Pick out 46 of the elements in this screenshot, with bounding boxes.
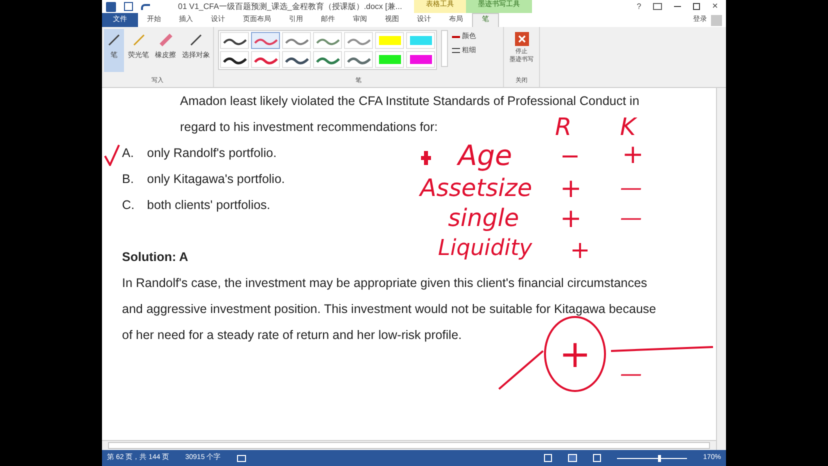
handwritten-ink: + — [622, 142, 644, 168]
handwritten-ink: Age — [458, 142, 512, 170]
handwritten-ink: — — [620, 178, 642, 200]
solution-heading: Solution: A — [122, 249, 188, 266]
solution-text: and aggressive investment position. This investment would not be suitable for Kitagawa because — [122, 301, 656, 318]
minimize-icon[interactable] — [674, 6, 682, 7]
close-button[interactable]: × — [708, 0, 722, 14]
save-icon[interactable] — [124, 2, 133, 11]
undo-icon[interactable] — [141, 4, 150, 10]
restore-icon[interactable] — [693, 3, 700, 10]
option-text: only Kitagawa's portfolio. — [147, 171, 285, 188]
window-title: 01 V1_CFA一级百题预测_课选_金程教育（授课版）.docx [兼... — [178, 0, 402, 12]
cursor-icon — [188, 32, 204, 48]
option-text: only Randolf's portfolio. — [147, 145, 277, 162]
solution-text: of her need for a steady rate of return and her low-risk profile. — [122, 327, 462, 344]
handwritten-ink: single — [448, 206, 520, 230]
help-button[interactable]: ? — [632, 0, 646, 12]
highlighter-icon — [130, 32, 146, 48]
stop-icon — [514, 32, 528, 46]
handwritten-ink: K — [620, 115, 636, 139]
handwritten-ink: Liquidity — [438, 238, 532, 260]
check-mark-icon — [104, 144, 120, 166]
solution-text: In Randolf's case, the investment may be appropriate given this client's financial circumstances — [122, 275, 648, 292]
horizontal-scrollbar[interactable] — [108, 442, 710, 449]
option-letter: C. — [122, 197, 136, 214]
circled-ink-plus: + — [544, 316, 606, 392]
handwritten-ink: + — [560, 206, 582, 232]
handwritten-ink: — — [620, 364, 642, 386]
pen-icon — [106, 32, 122, 48]
ink-stroke — [498, 350, 544, 390]
option-letter: A. — [122, 145, 135, 162]
ribbon-options-icon[interactable] — [653, 3, 662, 10]
option-text: both clients' portfolios. — [147, 197, 270, 214]
avatar-icon — [711, 14, 722, 26]
option-letter: B. — [122, 171, 135, 188]
eraser-icon — [158, 32, 174, 48]
handwritten-ink: − — [560, 144, 580, 168]
handwritten-ink: Assetsize — [420, 176, 532, 200]
question-text: regard to his investment recommendations for: — [180, 119, 438, 136]
handwritten-ink: + — [560, 176, 582, 202]
handwritten-ink: — — [620, 208, 642, 230]
handwritten-ink: + — [570, 238, 590, 262]
question-text: Amadon least likely violated the CFA Institute Standards of Professional Conduct in — [180, 93, 640, 110]
handwritten-ink: R — [555, 115, 572, 139]
pen-style-swatch[interactable] — [251, 32, 280, 49]
print-layout-icon[interactable] — [568, 454, 578, 462]
